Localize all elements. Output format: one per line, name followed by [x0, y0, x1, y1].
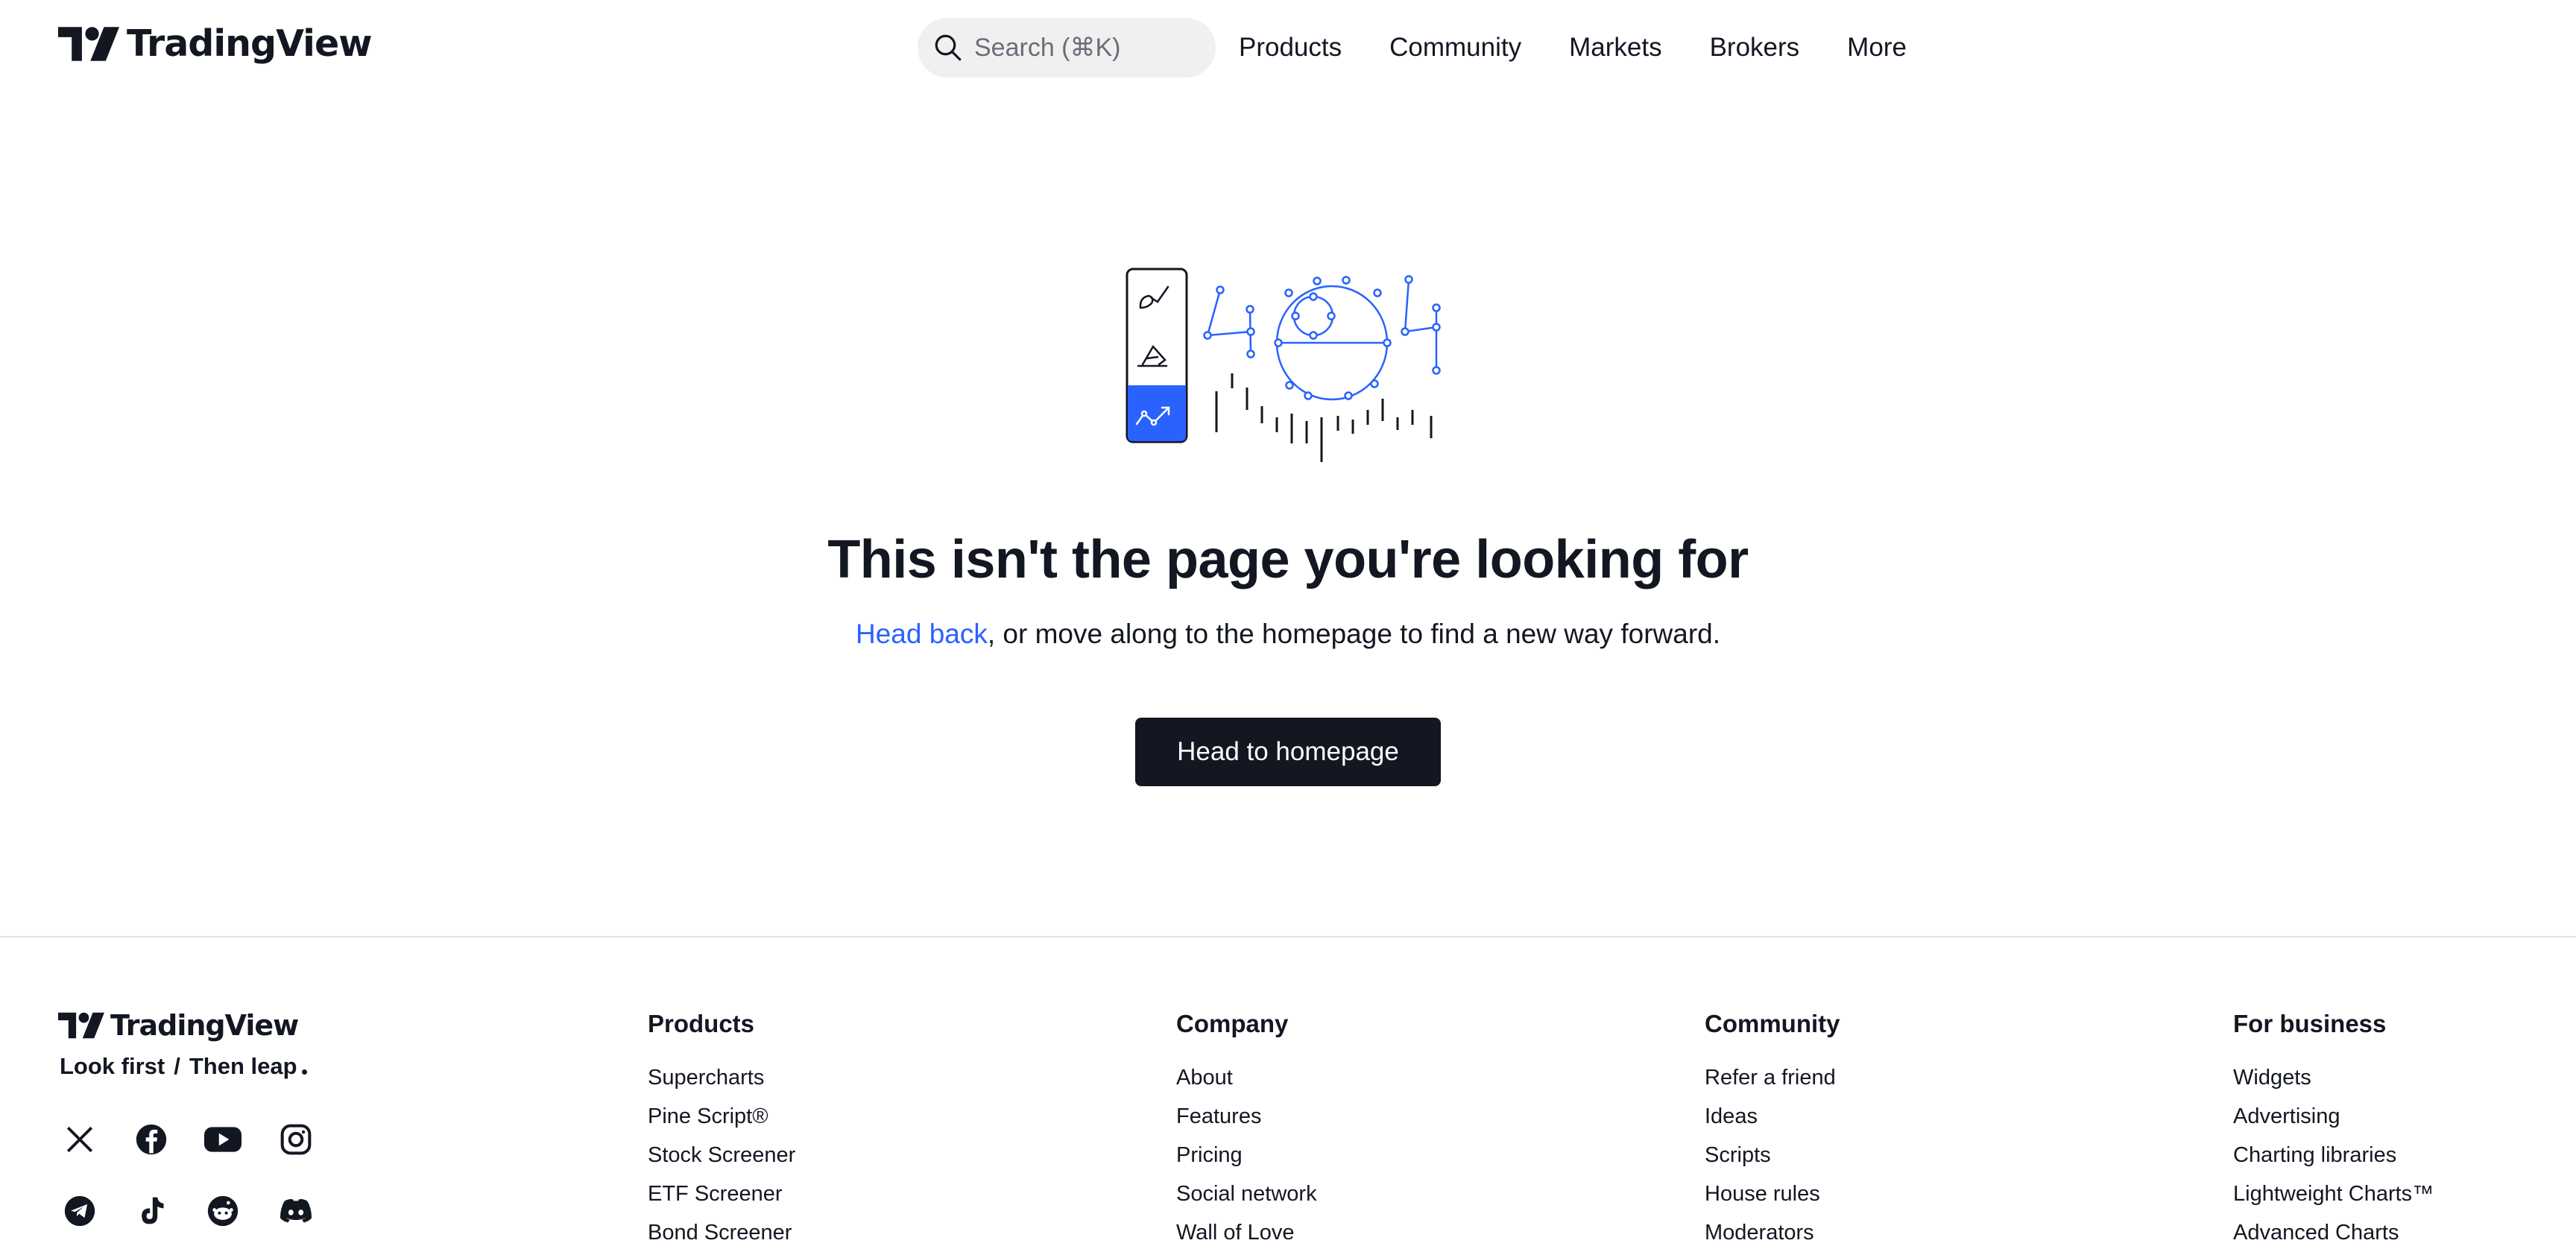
page-title: This isn't the page you're looking for: [827, 530, 1749, 589]
footer-link[interactable]: Advanced Charts: [2233, 1213, 2434, 1252]
footer-column-title: Community: [1705, 1010, 1840, 1037]
footer-column-title: For business: [2233, 1010, 2387, 1037]
tagline-dot: [301, 1069, 307, 1075]
main-nav: Products Community Markets Brokers More: [1239, 18, 1907, 78]
footer-link[interactable]: Scripts: [1705, 1136, 1840, 1174]
footer-link[interactable]: Ideas: [1705, 1097, 1840, 1136]
tradingview-logo-icon: [58, 26, 119, 61]
footer-link[interactable]: House rules: [1705, 1174, 1840, 1213]
telegram-icon[interactable]: [54, 1185, 106, 1237]
footer-column-company: Company About Features Pricing Social ne…: [1176, 1008, 1317, 1252]
reddit-icon[interactable]: [197, 1185, 249, 1237]
search-icon: [935, 34, 962, 61]
youtube-icon[interactable]: [197, 1113, 249, 1166]
nav-brokers[interactable]: Brokers: [1710, 33, 1800, 63]
footer-column-title: Products: [648, 1010, 755, 1037]
discord-icon[interactable]: [270, 1185, 322, 1237]
footer-link[interactable]: ETF Screener: [648, 1174, 795, 1213]
search-placeholder: Search (⌘K): [974, 34, 1121, 62]
nav-products[interactable]: Products: [1239, 33, 1342, 63]
footer-brand-name: TradingView: [110, 1009, 299, 1042]
footer-divider: [0, 936, 2576, 938]
footer-link[interactable]: Pine Script®: [648, 1097, 795, 1136]
subtitle: Head back, or move along to the homepage…: [0, 619, 2576, 650]
tradingview-logo[interactable]: TradingView: [58, 22, 372, 65]
footer-column-community: Community Refer a friend Ideas Scripts H…: [1705, 1008, 1840, 1252]
tiktok-icon[interactable]: [125, 1185, 177, 1237]
footer-link[interactable]: Charting libraries: [2233, 1136, 2434, 1174]
subtitle-text: , or move along to the homepage to find …: [987, 619, 1720, 649]
tagline-separator: /: [174, 1053, 180, 1079]
footer-link[interactable]: Lightweight Charts™: [2233, 1174, 2434, 1213]
instagram-icon[interactable]: [270, 1113, 322, 1166]
nav-community[interactable]: Community: [1389, 33, 1521, 63]
nav-more[interactable]: More: [1847, 33, 1907, 63]
footer-column-products: Products Supercharts Pine Script® Stock …: [648, 1008, 795, 1252]
footer-logo[interactable]: TradingView: [58, 1009, 299, 1042]
footer-link[interactable]: Widgets: [2233, 1058, 2434, 1097]
footer-link[interactable]: About: [1176, 1058, 1317, 1097]
404-illustration: [1126, 268, 1441, 462]
footer-link[interactable]: Features: [1176, 1097, 1317, 1136]
footer-link[interactable]: Pricing: [1176, 1136, 1317, 1174]
tagline-right: Then leap: [189, 1053, 297, 1079]
head-back-link[interactable]: Head back: [856, 619, 988, 649]
candles: [1215, 373, 1433, 462]
footer-column-title: Company: [1176, 1010, 1289, 1037]
search-input[interactable]: Search (⌘K): [918, 18, 1216, 78]
footer-link[interactable]: Wall of Love: [1176, 1213, 1317, 1252]
x-icon[interactable]: [54, 1113, 106, 1166]
tagline: Look first / Then leap: [60, 1053, 307, 1080]
footer-link[interactable]: Bond Screener: [648, 1213, 795, 1252]
nav-markets[interactable]: Markets: [1569, 33, 1661, 63]
footer-link[interactable]: Social network: [1176, 1174, 1317, 1213]
tradingview-logo-icon: [58, 1012, 104, 1039]
footer-link[interactable]: Supercharts: [648, 1058, 795, 1097]
footer-link[interactable]: Refer a friend: [1705, 1058, 1840, 1097]
facebook-icon[interactable]: [125, 1113, 177, 1166]
footer-column-for-business: For business Widgets Advertising Chartin…: [2233, 1008, 2434, 1252]
head-to-homepage-button[interactable]: Head to homepage: [1135, 718, 1441, 786]
404-drawing: [1203, 275, 1441, 401]
toolbar-panel: [1126, 268, 1188, 443]
brand-name: TradingView: [127, 22, 372, 65]
footer-link[interactable]: Advertising: [2233, 1097, 2434, 1136]
tagline-left: Look first: [60, 1053, 165, 1079]
footer-link[interactable]: Stock Screener: [648, 1136, 795, 1174]
footer-link[interactable]: Moderators: [1705, 1213, 1840, 1252]
